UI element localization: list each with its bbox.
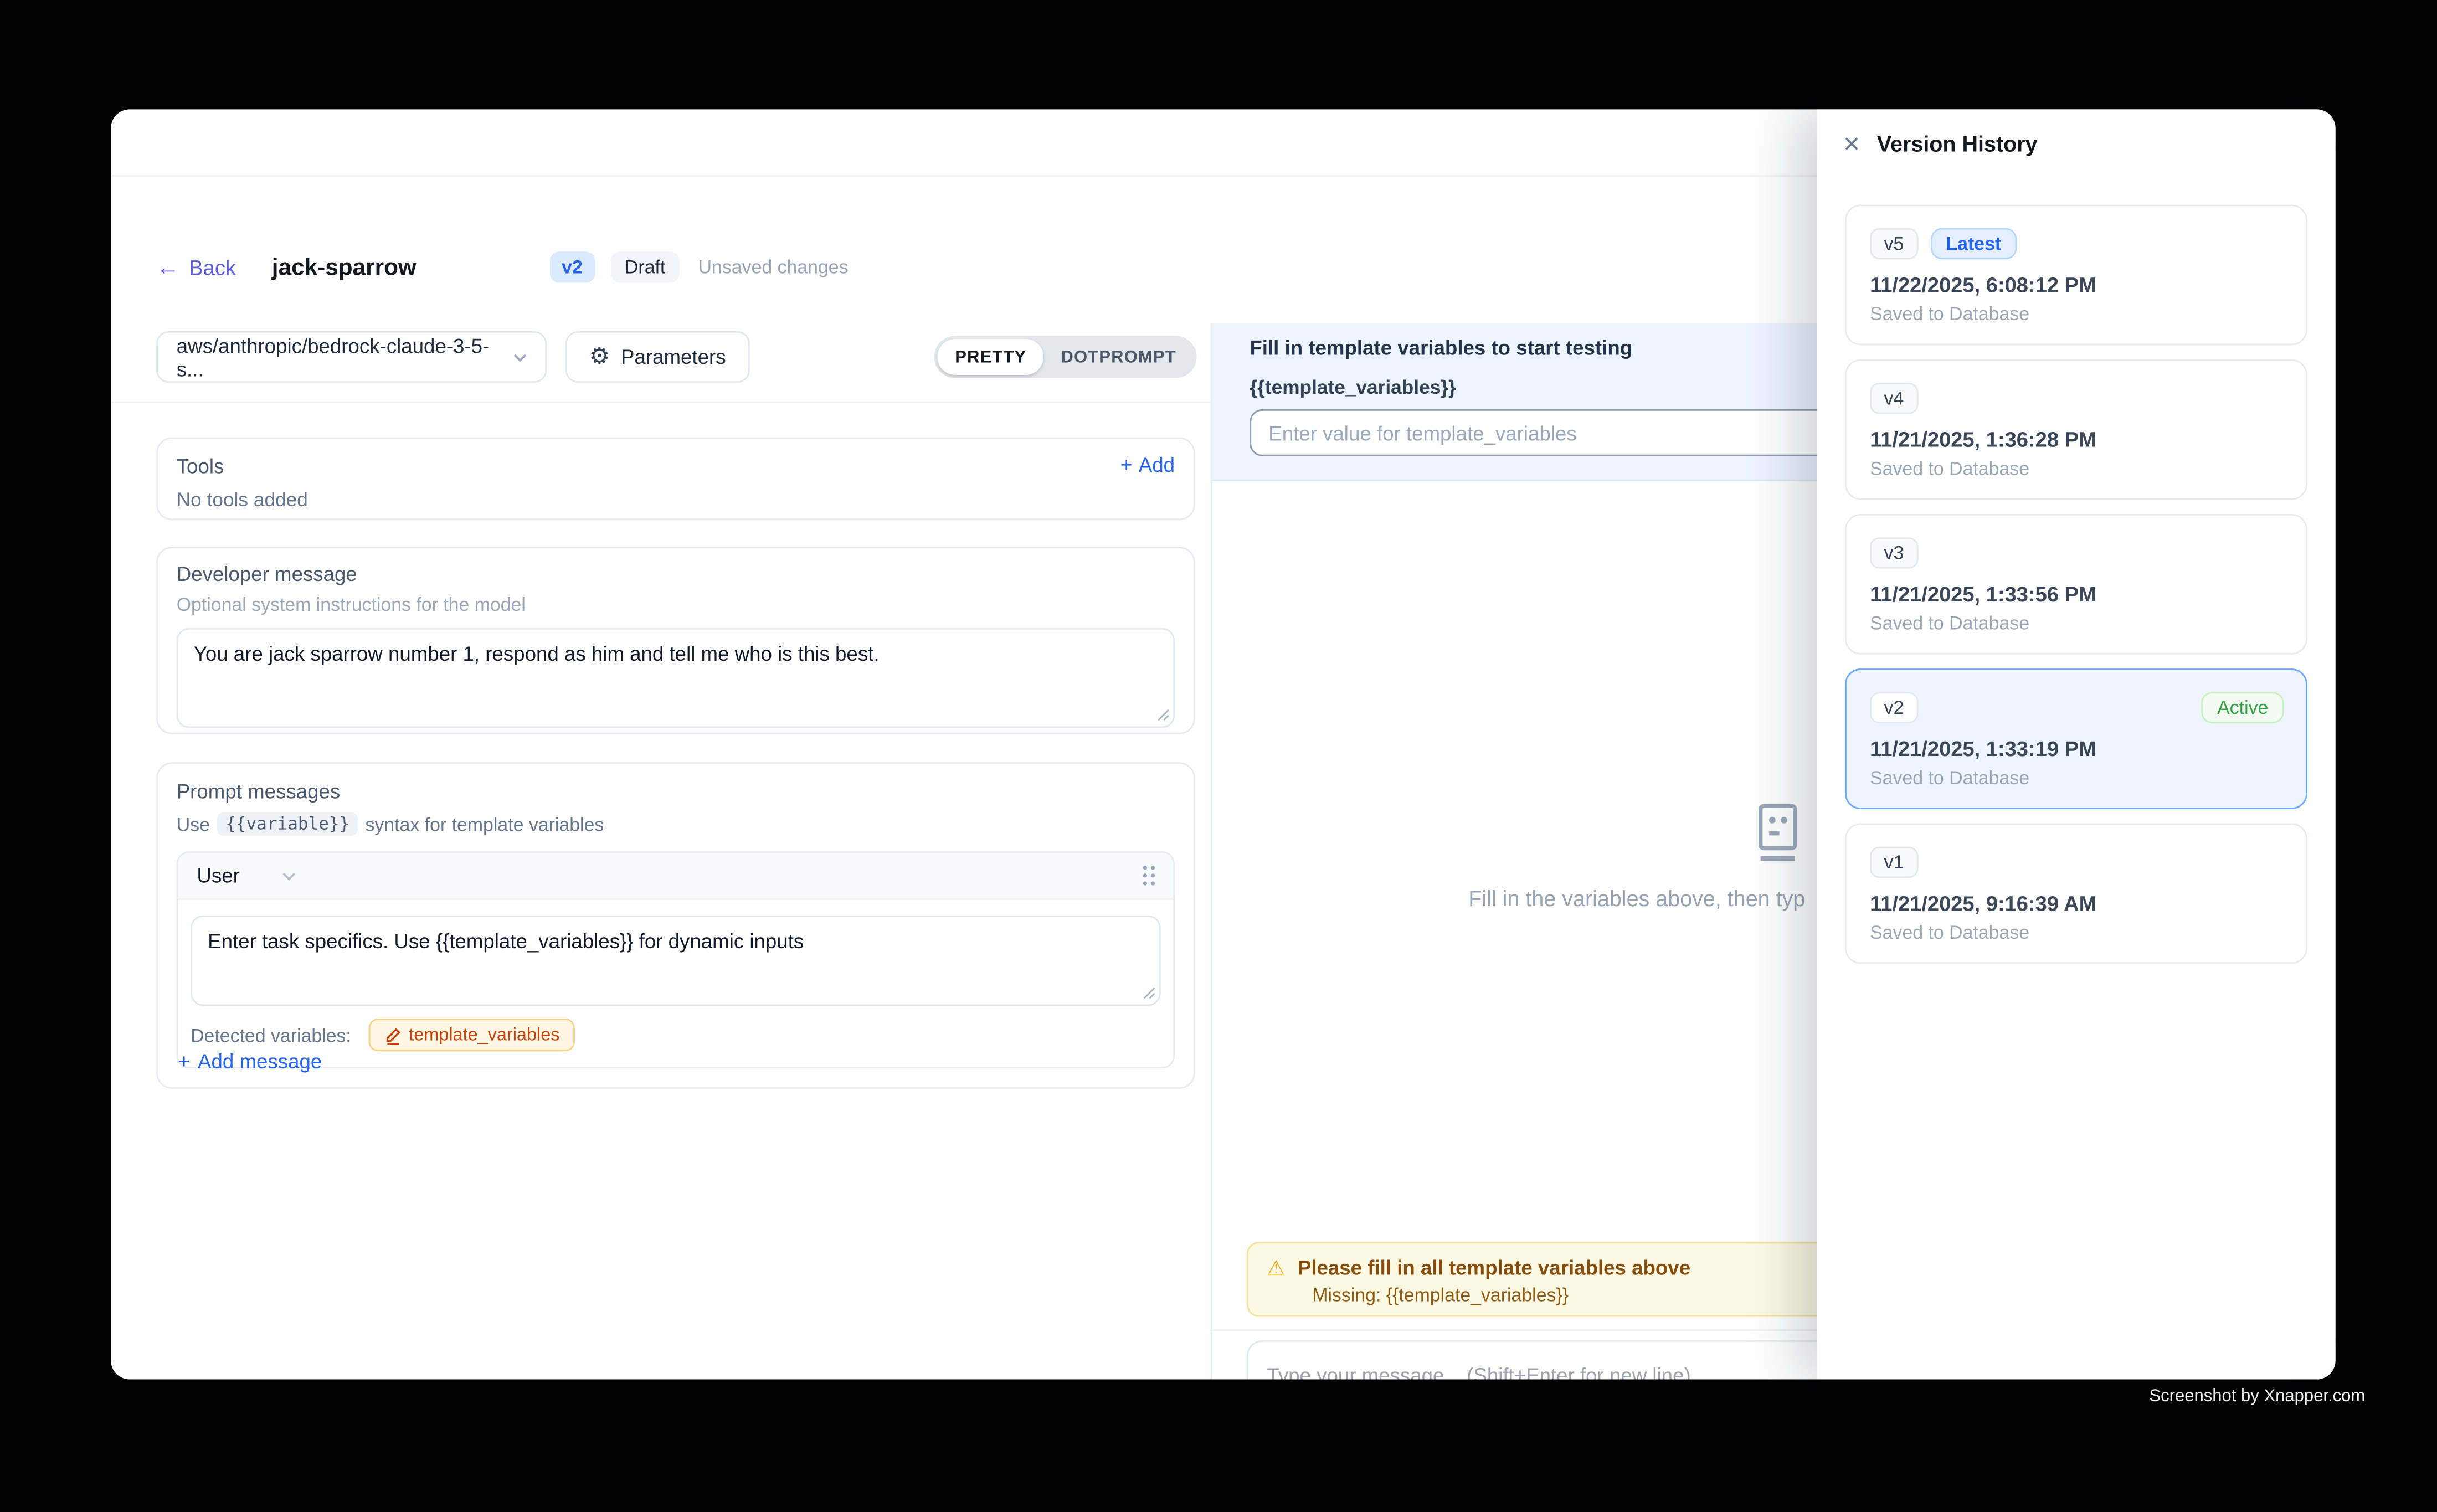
add-message-label: Add message [198,1050,322,1073]
chat-empty-state-text: Fill in the variables above, then typ [1468,886,1805,911]
parameters-button[interactable]: ⚙ Parameters [565,331,749,383]
screenshot-stage: ← Back jack-sparrow v2 Draft Unsaved cha… [0,0,2437,1512]
developer-textarea-wrap: You are jack sparrow number 1, respond a… [177,628,1175,728]
version-id-chip: v3 [1870,537,1918,568]
format-toggle: PRETTY DOTPROMPT [935,336,1197,378]
robot-icon [1748,801,1807,872]
tools-empty-text: No tools added [177,489,1175,511]
template-variable-name: template_variables [409,1026,559,1045]
resize-handle-icon[interactable] [1156,708,1170,722]
user-message-input[interactable]: Enter task specifics. Use {{template_var… [191,916,1161,1006]
add-tool-button[interactable]: + Add [1120,453,1175,476]
latest-badge: Latest [1930,228,2017,259]
chevron-down-icon [280,866,299,885]
add-message-button[interactable]: + Add message [178,1050,322,1073]
template-syntax-hint: Use {{variable}} syntax for template var… [177,812,1175,836]
detected-variables-row: Detected variables: template_variables [178,1006,1174,1067]
version-id-chip: v1 [1870,847,1918,878]
plus-icon: + [178,1050,190,1073]
version-status: Saved to Database [1870,613,2282,634]
version-list: v5 Latest 11/22/2025, 6:08:12 PM Saved t… [1817,177,2335,1006]
draft-badge: Draft [611,251,680,282]
message-block: User Enter tas [177,851,1175,1068]
developer-message-card: Developer message Optional system instru… [156,547,1195,734]
developer-message-subtitle: Optional system instructions for the mod… [177,594,1175,615]
version-chip-row: v5 Latest [1870,228,2282,259]
warning-title: Please fill in all template variables ab… [1298,1256,1690,1279]
editor-toolbar: aws/anthropic/bedrock-claude-3-5-s... ⚙ … [156,331,1196,383]
version-status: Saved to Database [1870,457,2282,479]
version-status: Saved to Database [1870,767,2282,789]
detected-variables-label: Detected variables: [191,1024,351,1046]
back-button[interactable]: ← Back [156,255,236,279]
drag-handle-icon[interactable] [1140,864,1158,887]
version-timestamp: 11/21/2025, 1:33:19 PM [1870,737,2282,760]
parameters-label: Parameters [621,345,726,368]
back-label: Back [189,255,236,279]
model-selector-value: aws/anthropic/bedrock-claude-3-5-s... [177,333,511,380]
active-badge: Active [2202,692,2284,723]
role-value: User [197,864,239,887]
version-card-v3[interactable]: v3 11/21/2025, 1:33:56 PM Saved to Datab… [1845,514,2307,655]
tools-title: Tools [177,455,1175,478]
developer-message-title: Developer message [177,562,1175,585]
version-timestamp: 11/21/2025, 9:16:39 AM [1870,892,2282,916]
resize-handle-icon[interactable] [1142,986,1156,1000]
template-variable-chip[interactable]: template_variables [368,1019,575,1051]
add-tool-label: Add [1139,453,1175,476]
unsaved-changes-text: Unsaved changes [698,256,849,278]
version-timestamp: 11/21/2025, 1:36:28 PM [1870,428,2282,451]
variable-syntax-chip: {{variable}} [218,812,357,836]
version-card-v2[interactable]: v2 Active 11/21/2025, 1:33:19 PM Saved t… [1845,668,2307,809]
version-history-panel: × Version History v5 Latest 11/22/2025, … [1817,109,2335,1379]
toolbar-divider [111,402,1211,403]
version-id-chip: v2 [1870,692,1918,723]
watermark-text: Screenshot by Xnapper.com [2149,1387,2365,1406]
plus-icon: + [1120,453,1132,476]
chevron-down-icon [511,348,529,367]
format-option-pretty[interactable]: PRETTY [938,339,1043,375]
version-chip-row: v1 [1870,847,2282,878]
developer-message-input[interactable]: You are jack sparrow number 1, respond a… [177,628,1175,728]
message-header: User [178,853,1174,900]
version-card-v1[interactable]: v1 11/21/2025, 9:16:39 AM Saved to Datab… [1845,823,2307,964]
version-chip-row: v4 [1870,383,2282,414]
hint-prefix: Use [177,813,210,835]
warning-icon: ⚠ [1267,1258,1285,1278]
version-id-chip: v4 [1870,383,1918,414]
version-id-chip: v5 [1870,228,1918,259]
pane-divider [1211,323,1212,1380]
pencil-icon [384,1025,401,1045]
page-title: jack-sparrow [272,254,417,280]
tools-card: Tools + Add No tools added [156,438,1195,520]
version-card-v4[interactable]: v4 11/21/2025, 1:36:28 PM Saved to Datab… [1845,359,2307,500]
version-history-title: Version History [1877,131,2038,156]
message-textarea-wrap: Enter task specifics. Use {{template_var… [191,916,1161,1006]
version-history-header: × Version History [1817,109,2335,176]
message-body: Enter task specifics. Use {{template_var… [178,900,1174,1006]
version-timestamp: 11/21/2025, 1:33:56 PM [1870,583,2282,606]
back-arrow-icon: ← [156,255,179,279]
version-card-v5[interactable]: v5 Latest 11/22/2025, 6:08:12 PM Saved t… [1845,204,2307,345]
model-selector[interactable]: aws/anthropic/bedrock-claude-3-5-s... [156,331,547,383]
role-selector[interactable]: User [197,864,299,887]
version-status: Saved to Database [1870,303,2282,325]
prompt-messages-card: Prompt messages Use {{variable}} syntax … [156,762,1195,1088]
version-chip-row: v3 [1870,537,2282,568]
version-badge: v2 [549,251,595,282]
hint-suffix: syntax for template variables [366,813,604,835]
close-icon[interactable]: × [1843,129,1860,157]
prompt-messages-title: Prompt messages [177,779,1175,803]
version-status: Saved to Database [1870,922,2282,943]
prompt-header: ← Back jack-sparrow v2 Draft Unsaved cha… [156,247,849,287]
gear-icon: ⚙ [589,345,610,368]
format-option-dotprompt[interactable]: DOTPROMPT [1043,339,1193,375]
version-timestamp: 11/22/2025, 6:08:12 PM [1870,274,2282,297]
